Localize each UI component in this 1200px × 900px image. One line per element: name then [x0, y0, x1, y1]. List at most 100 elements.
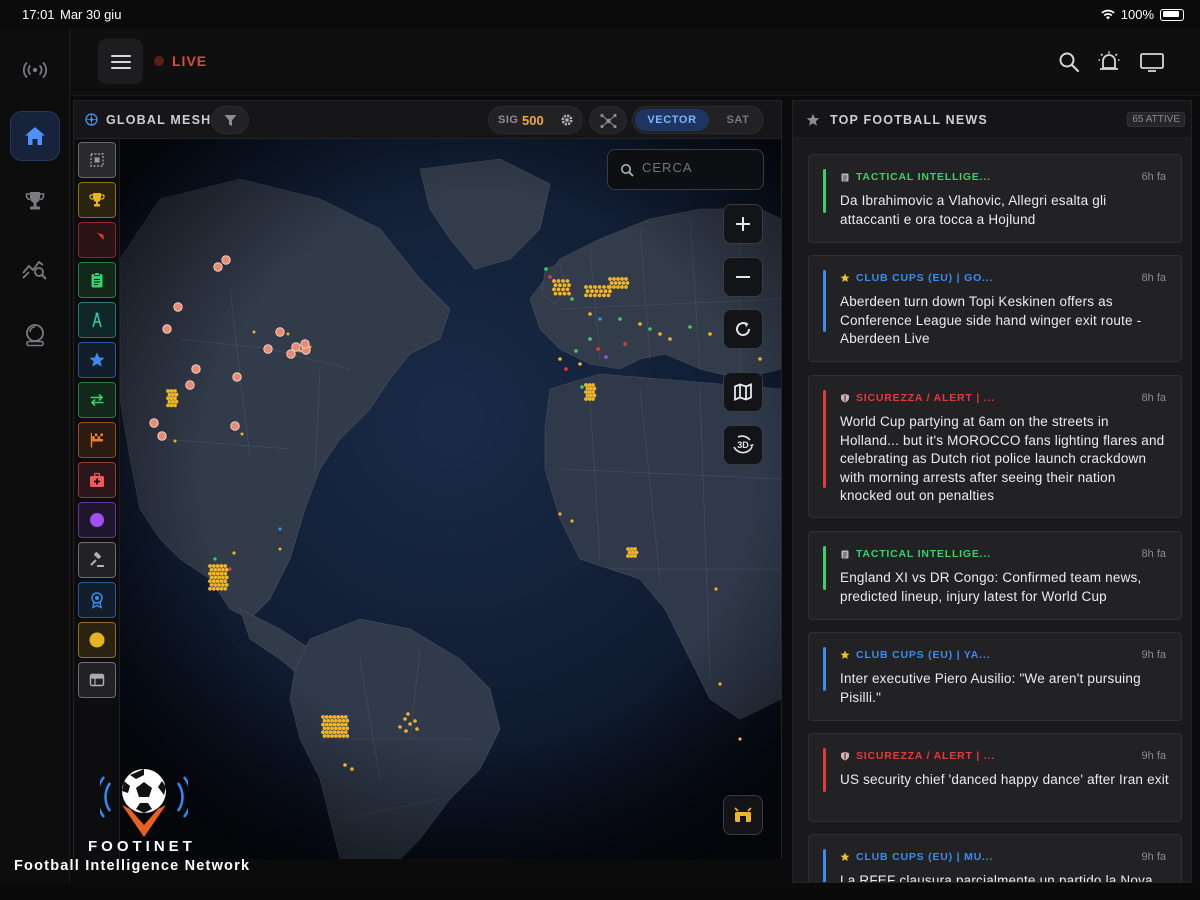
- event-marker[interactable]: [578, 362, 582, 366]
- zoom-out-button[interactable]: [723, 257, 763, 297]
- event-marker[interactable]: [326, 726, 331, 731]
- event-marker[interactable]: [593, 293, 597, 298]
- event-marker[interactable]: [213, 575, 218, 580]
- event-marker[interactable]: [298, 349, 302, 353]
- event-marker[interactable]: [343, 715, 348, 719]
- event-marker[interactable]: [217, 583, 221, 587]
- event-marker[interactable]: [278, 547, 282, 551]
- event-marker[interactable]: [404, 729, 408, 733]
- event-marker[interactable]: [623, 342, 627, 346]
- globe-canvas[interactable]: [120, 139, 781, 859]
- event-marker[interactable]: [167, 392, 172, 397]
- event-marker[interactable]: [587, 390, 592, 394]
- event-marker[interactable]: [326, 718, 331, 723]
- layer-gavel-button[interactable]: [78, 542, 116, 578]
- layer-flag-button[interactable]: [78, 422, 116, 458]
- event-marker[interactable]: [616, 277, 620, 281]
- news-headline[interactable]: England XI vs DR Congo: Confirmed team n…: [840, 569, 1170, 606]
- event-marker[interactable]: [592, 393, 597, 398]
- news-card[interactable]: SICUREZZA / ALERT | ... 8h fa World Cup pa…: [808, 375, 1182, 518]
- event-marker[interactable]: [565, 279, 570, 283]
- event-marker[interactable]: [588, 337, 592, 341]
- event-marker[interactable]: [343, 763, 347, 767]
- monitor-icon[interactable]: [1139, 50, 1165, 74]
- event-marker[interactable]: [558, 512, 562, 516]
- event-marker[interactable]: [606, 293, 611, 298]
- event-marker[interactable]: [169, 403, 174, 408]
- vector-tab[interactable]: VECTOR: [635, 109, 709, 131]
- crystal-ball-icon[interactable]: [10, 310, 60, 360]
- event-marker[interactable]: [337, 726, 342, 731]
- event-marker[interactable]: [609, 281, 614, 285]
- event-marker[interactable]: [589, 386, 593, 391]
- alert-marker[interactable]: [221, 255, 231, 265]
- sat-tab[interactable]: SAT: [715, 109, 761, 131]
- event-marker[interactable]: [758, 357, 762, 361]
- event-marker[interactable]: [224, 575, 229, 580]
- news-card[interactable]: SICUREZZA / ALERT | ... 9h fa US security …: [808, 733, 1182, 822]
- event-marker[interactable]: [561, 287, 565, 292]
- zoom-in-button[interactable]: [723, 204, 763, 244]
- event-marker[interactable]: [173, 439, 177, 443]
- event-marker[interactable]: [171, 392, 175, 397]
- event-marker[interactable]: [621, 281, 626, 285]
- event-marker[interactable]: [324, 730, 329, 735]
- news-headline[interactable]: Aberdeen turn down Topi Keskinen offers …: [840, 293, 1170, 349]
- alert-marker[interactable]: [149, 418, 159, 428]
- event-marker[interactable]: [608, 285, 612, 289]
- event-marker[interactable]: [413, 719, 417, 723]
- alert-marker[interactable]: [157, 431, 167, 441]
- event-marker[interactable]: [556, 279, 561, 283]
- event-marker[interactable]: [591, 390, 595, 394]
- event-marker[interactable]: [617, 281, 622, 285]
- event-marker[interactable]: [328, 730, 333, 735]
- event-marker[interactable]: [332, 715, 337, 719]
- news-headline[interactable]: World Cup partying at 6am on the streets…: [840, 413, 1170, 506]
- event-marker[interactable]: [592, 386, 597, 391]
- event-marker[interactable]: [219, 579, 224, 584]
- event-marker[interactable]: [330, 734, 334, 738]
- event-marker[interactable]: [224, 567, 229, 572]
- event-marker[interactable]: [612, 277, 616, 281]
- event-marker[interactable]: [345, 718, 350, 723]
- event-marker[interactable]: [603, 289, 608, 294]
- event-marker[interactable]: [556, 287, 561, 292]
- event-marker[interactable]: [633, 547, 637, 551]
- event-marker[interactable]: [584, 293, 588, 298]
- event-marker[interactable]: [221, 567, 225, 572]
- event-marker[interactable]: [328, 715, 333, 719]
- event-marker[interactable]: [574, 349, 578, 353]
- event-marker[interactable]: [558, 357, 562, 361]
- event-marker[interactable]: [345, 726, 350, 731]
- event-marker[interactable]: [570, 519, 574, 523]
- broadcast-icon[interactable]: [10, 45, 60, 95]
- news-card[interactable]: CLUB CUPS (EU) | MU... 9h fa La RFEF claus…: [808, 834, 1182, 882]
- event-marker[interactable]: [341, 726, 346, 731]
- event-marker[interactable]: [561, 279, 565, 283]
- event-marker[interactable]: [215, 579, 220, 584]
- news-card[interactable]: CLUB CUPS (EU) | YA... 9h fa Inter executi…: [808, 632, 1182, 721]
- event-marker[interactable]: [252, 330, 256, 334]
- event-marker[interactable]: [620, 277, 624, 281]
- event-marker[interactable]: [580, 385, 584, 389]
- alarm-icon[interactable]: [1097, 50, 1121, 74]
- event-marker[interactable]: [624, 285, 628, 289]
- layer-shield-button[interactable]: [78, 222, 116, 258]
- event-marker[interactable]: [585, 289, 590, 294]
- event-marker[interactable]: [403, 717, 407, 721]
- event-marker[interactable]: [608, 289, 612, 294]
- event-marker[interactable]: [544, 267, 548, 271]
- event-marker[interactable]: [714, 587, 718, 591]
- event-marker[interactable]: [209, 567, 214, 572]
- event-marker[interactable]: [567, 283, 571, 288]
- event-marker[interactable]: [211, 571, 216, 576]
- event-marker[interactable]: [332, 722, 337, 727]
- event-marker[interactable]: [334, 718, 338, 723]
- event-marker[interactable]: [398, 725, 402, 729]
- event-marker[interactable]: [228, 567, 232, 571]
- event-marker[interactable]: [167, 399, 172, 404]
- event-marker[interactable]: [589, 393, 593, 398]
- event-marker[interactable]: [330, 726, 334, 731]
- event-marker[interactable]: [616, 285, 620, 289]
- layer-clipboard-button[interactable]: [78, 262, 116, 298]
